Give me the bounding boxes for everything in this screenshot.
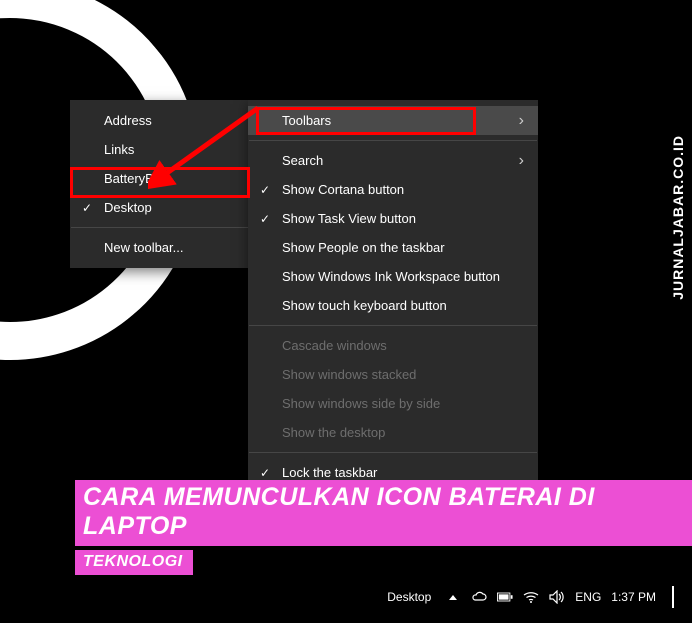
menu-item-stacked: Show windows stacked bbox=[248, 360, 538, 389]
menu-item-label: New toolbar... bbox=[104, 240, 184, 255]
wifi-icon[interactable] bbox=[523, 589, 539, 605]
submenu-item-batterybar[interactable]: BatteryBar bbox=[70, 164, 250, 193]
menu-item-label: Desktop bbox=[104, 200, 152, 215]
menu-item-search[interactable]: Search bbox=[248, 146, 538, 175]
site-watermark: JURNALJABAR.CO.ID bbox=[670, 135, 686, 300]
tray-overflow-icon[interactable] bbox=[445, 589, 461, 605]
menu-item-label: Search bbox=[282, 153, 323, 168]
menu-separator bbox=[249, 452, 537, 453]
menu-separator bbox=[249, 325, 537, 326]
menu-item-toolbars[interactable]: Toolbars bbox=[248, 106, 538, 135]
menu-item-label: Show windows stacked bbox=[282, 367, 416, 382]
language-indicator[interactable]: ENG bbox=[575, 590, 601, 604]
menu-separator bbox=[71, 227, 249, 228]
taskbar: Desktop ENG 1:37 PM bbox=[248, 581, 680, 613]
onedrive-icon[interactable] bbox=[471, 589, 487, 605]
menu-item-label: Address bbox=[104, 113, 152, 128]
menu-item-label: BatteryBar bbox=[104, 171, 165, 186]
article-title: CARA MEMUNCULKAN ICON BATERAI DI LAPTOP bbox=[75, 480, 692, 546]
show-desktop-button[interactable] bbox=[672, 586, 674, 608]
submenu-item-new-toolbar[interactable]: New toolbar... bbox=[70, 233, 250, 262]
menu-item-touch-keyboard[interactable]: Show touch keyboard button bbox=[248, 291, 538, 320]
submenu-item-desktop[interactable]: Desktop bbox=[70, 193, 250, 222]
menu-item-label: Cascade windows bbox=[282, 338, 387, 353]
menu-item-label: Show touch keyboard button bbox=[282, 298, 447, 313]
taskbar-toolbar-label[interactable]: Desktop bbox=[387, 590, 431, 604]
menu-item-cortana[interactable]: Show Cortana button bbox=[248, 175, 538, 204]
menu-item-label: Show the desktop bbox=[282, 425, 385, 440]
battery-icon[interactable] bbox=[497, 589, 513, 605]
menu-item-cascade: Cascade windows bbox=[248, 331, 538, 360]
toolbars-submenu: Address Links BatteryBar Desktop New too… bbox=[70, 100, 250, 268]
submenu-item-address[interactable]: Address bbox=[70, 106, 250, 135]
menu-item-side-by-side: Show windows side by side bbox=[248, 389, 538, 418]
submenu-item-links[interactable]: Links bbox=[70, 135, 250, 164]
menu-item-label: Show Task View button bbox=[282, 211, 416, 226]
clock[interactable]: 1:37 PM bbox=[611, 590, 656, 604]
menu-item-label: Show Windows Ink Workspace button bbox=[282, 269, 500, 284]
menu-item-label: Links bbox=[104, 142, 134, 157]
menu-item-label: Show windows side by side bbox=[282, 396, 440, 411]
volume-icon[interactable] bbox=[549, 589, 565, 605]
menu-item-label: Show People on the taskbar bbox=[282, 240, 445, 255]
menu-item-label: Show Cortana button bbox=[282, 182, 404, 197]
taskbar-context-menu: Toolbars Search Show Cortana button Show… bbox=[248, 100, 538, 522]
menu-item-label: Toolbars bbox=[282, 113, 331, 128]
article-title-block: CARA MEMUNCULKAN ICON BATERAI DI LAPTOP … bbox=[75, 480, 692, 575]
menu-item-label: Lock the taskbar bbox=[282, 465, 377, 480]
menu-item-show-desktop: Show the desktop bbox=[248, 418, 538, 447]
menu-item-taskview[interactable]: Show Task View button bbox=[248, 204, 538, 233]
article-category: TEKNOLOGI bbox=[75, 550, 193, 575]
menu-item-people[interactable]: Show People on the taskbar bbox=[248, 233, 538, 262]
menu-item-ink[interactable]: Show Windows Ink Workspace button bbox=[248, 262, 538, 291]
menu-separator bbox=[249, 140, 537, 141]
